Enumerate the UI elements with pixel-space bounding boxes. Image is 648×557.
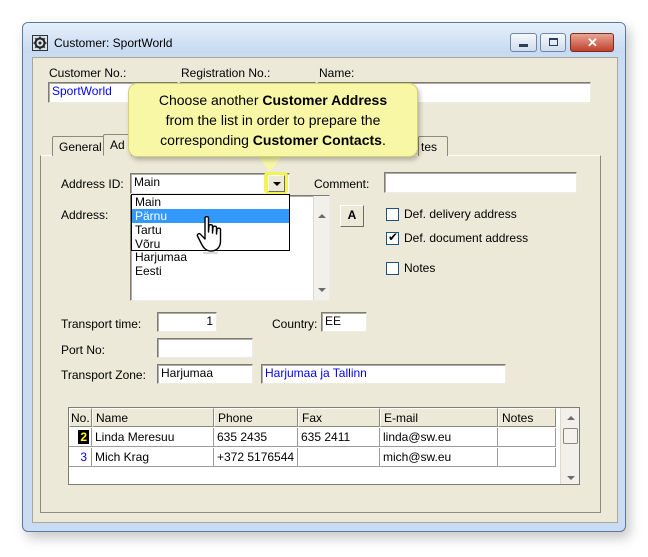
address-label: Address: [61,208,109,222]
country-field[interactable]: EE [321,312,367,332]
maximize-icon [549,38,558,46]
contact-fax-cell[interactable]: 635 2411 [298,428,380,447]
tooltip-text-1b: Customer Address [262,92,388,108]
address-id-dropdown-button[interactable] [268,175,285,192]
scroll-up-icon [567,416,575,420]
name-label: Name: [319,66,355,80]
close-button[interactable]: ✕ [570,33,614,52]
column-header-phone[interactable]: Phone [214,408,298,427]
tooltip-text-1a: Choose another [158,92,263,108]
column-header-notes[interactable]: Notes [498,408,556,427]
registration-no-label: Registration No.: [181,66,271,80]
grid-scrollbar[interactable] [560,408,579,484]
comment-field[interactable] [384,172,577,193]
hand-cursor-icon [196,215,230,255]
tooltip-text-3c: . [381,132,386,148]
contact-notes-cell[interactable] [498,428,556,447]
row-number: 2 [78,430,89,444]
transport-zone-label: Transport Zone: [61,368,146,382]
close-icon: ✕ [587,35,598,50]
row-number: 3 [80,450,87,464]
tooltip-text-3a: corresponding [160,132,253,148]
scroll-down-icon [318,288,326,292]
customer-no-label: Customer No.: [49,66,127,80]
def-delivery-checkbox[interactable] [386,208,399,221]
scroll-up-icon [318,214,326,218]
column-header-email[interactable]: E-mail [380,408,498,427]
column-header-no[interactable]: No. [69,408,92,427]
notes-label: Notes [404,261,436,275]
help-callout: Choose another Customer Address from the… [128,83,418,157]
scroll-down-icon [567,476,575,480]
transport-time-label: Transport time: [61,317,142,331]
contacts-grid[interactable]: No. Name Phone Fax E-mail Notes 2 Linda … [68,407,580,485]
minimize-button[interactable] [510,33,537,52]
column-header-name[interactable]: Name [92,408,214,427]
contact-notes-cell[interactable] [498,448,556,467]
notes-checkbox[interactable] [386,262,399,275]
column-header-fax[interactable]: Fax [298,408,380,427]
comment-label: Comment: [314,177,370,191]
def-document-label: Def. document address [404,231,529,245]
address-scrollbar[interactable] [313,196,329,300]
address-id-label: Address ID: [61,177,124,191]
country-label: Country: [272,317,318,331]
def-document-checkbox[interactable] [386,230,399,245]
maximize-button[interactable] [540,33,566,52]
tab-general[interactable]: General [52,136,109,156]
def-delivery-label: Def. delivery address [404,207,517,221]
transport-time-field[interactable]: 1 [157,312,217,332]
contact-phone-cell[interactable]: 635 2435 [214,428,298,447]
tab-notes[interactable]: tes [418,136,448,156]
contact-email-cell[interactable]: linda@sw.eu [380,428,498,447]
contact-fax-cell[interactable] [298,448,380,467]
font-button[interactable]: A [340,205,364,227]
tooltip-text-3b: Customer Contacts [252,132,382,148]
transport-zone-name-field: Harjumaa ja Tallinn [261,364,506,384]
address-line-1: Harjumaa [135,250,188,264]
contact-name-cell[interactable]: Mich Krag [92,448,214,467]
scroll-thumb[interactable] [563,428,578,444]
port-no-field[interactable] [157,338,253,358]
minimize-icon [519,44,528,47]
window-title: Customer: SportWorld [54,36,173,50]
address-line-2: Eesti [135,264,162,278]
contact-email-cell[interactable]: mich@sw.eu [380,448,498,467]
table-row[interactable]: 3 [69,448,92,467]
tooltip-text-2: from the list in order to prepare the [165,112,381,128]
app-gear-icon [32,35,48,51]
transport-zone-code-field[interactable]: Harjumaa [157,364,253,384]
tooltip-tail [258,156,282,172]
dropdown-item-main[interactable]: Main [132,195,289,209]
contact-name-cell[interactable]: Linda Meresuu [92,428,214,447]
contact-phone-cell[interactable]: +372 5176544 [214,448,298,467]
port-no-label: Port No: [61,343,106,357]
address-id-value: Main [134,175,161,189]
table-row[interactable]: 2 [69,428,92,447]
